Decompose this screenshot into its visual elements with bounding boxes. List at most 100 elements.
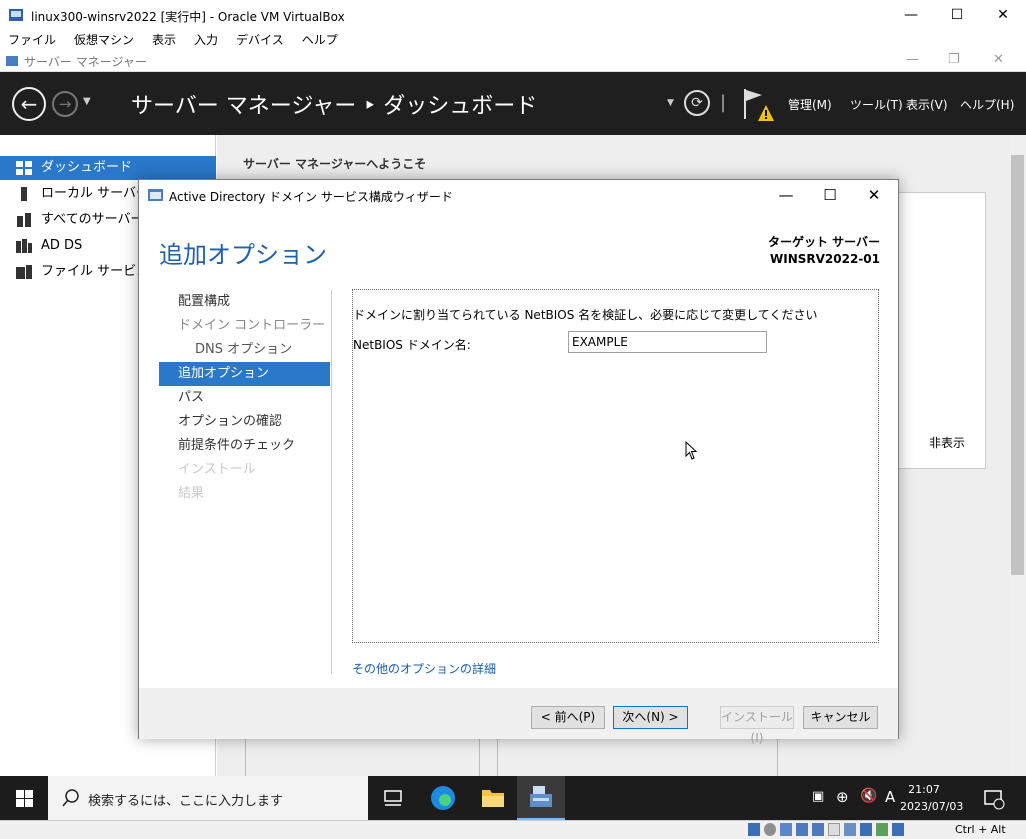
menu-manage[interactable]: 管理(M): [788, 96, 832, 113]
nav-label: AD DS: [41, 238, 83, 253]
task-view-icon[interactable]: [383, 788, 403, 808]
forward-arrow-icon[interactable]: →: [52, 91, 78, 117]
server-manager-icon: [530, 786, 552, 807]
step-additional-options[interactable]: 追加オプション: [159, 362, 330, 386]
more-options-link[interactable]: その他のオプションの詳細: [352, 660, 496, 677]
dropdown-icon[interactable]: ▼: [667, 98, 674, 108]
clock-date: 2023/07/03: [900, 800, 964, 813]
virtualbox-icon: [9, 9, 23, 21]
step-dns-options[interactable]: DNS オプション: [159, 338, 330, 362]
menu-input[interactable]: 入力: [194, 31, 218, 50]
wizard-close-button[interactable]: ✕: [851, 180, 897, 210]
menu-view-sm[interactable]: 表示(V): [906, 96, 948, 113]
close-button[interactable]: ✕: [980, 0, 1026, 31]
network-adapter-icon[interactable]: [796, 823, 808, 836]
prev-button[interactable]: < 前へ(P): [531, 706, 605, 729]
target-server-name: WINSRV2022-01: [770, 252, 880, 266]
network-icon[interactable]: ▣: [812, 789, 824, 804]
server-icon: [21, 187, 27, 201]
servers-icon: [17, 213, 31, 227]
welcome-panel: [899, 192, 986, 469]
hdd-icon[interactable]: [748, 823, 760, 836]
scrollbar-thumb[interactable]: [1011, 155, 1024, 575]
recording-icon[interactable]: [860, 823, 872, 836]
install-button: インストール(I): [720, 706, 794, 745]
menu-tools[interactable]: ツール(T): [850, 96, 903, 113]
wizard-icon: [148, 189, 163, 201]
sm-restore-button[interactable]: ❐: [948, 52, 960, 67]
usb-icon[interactable]: [812, 823, 824, 836]
wizard-minimize-button[interactable]: —: [763, 180, 809, 210]
vertical-scrollbar[interactable]: [1009, 135, 1026, 776]
sm-minimize-button[interactable]: —: [906, 52, 919, 67]
menu-view[interactable]: 表示: [152, 31, 176, 50]
server-manager-icon: [6, 56, 18, 66]
wizard-content-panel: ドメインに割り当てられている NetBIOS 名を検証し、必要に応じて変更してく…: [352, 289, 879, 643]
host-key-label: Ctrl + Alt: [955, 823, 1006, 836]
hide-link[interactable]: 非表示: [929, 434, 965, 451]
step-paths[interactable]: パス: [159, 386, 330, 410]
server-manager-header: ← → ▼ サーバー マネージャー ‣ ダッシュボード ▼ ⟳ | 管理(M) …: [0, 72, 1026, 135]
history-dropdown-icon[interactable]: ▼: [83, 96, 91, 107]
netbios-name-input[interactable]: [568, 331, 767, 353]
dashboard-icon: [16, 161, 32, 175]
mouse-integration-icon[interactable]: [892, 823, 904, 836]
target-server-label: ターゲット サーバー: [767, 235, 880, 249]
mouse-cursor-icon: [685, 441, 698, 460]
maximize-button[interactable]: ☐: [934, 0, 980, 31]
shared-folder-icon[interactable]: [828, 823, 840, 836]
windows-start-icon[interactable]: [16, 790, 33, 807]
menu-help[interactable]: ヘルプ: [302, 31, 338, 50]
display-icon[interactable]: [844, 823, 856, 836]
minimize-button[interactable]: —: [888, 0, 934, 31]
nav-dashboard[interactable]: ダッシュボード: [0, 156, 216, 180]
menu-file[interactable]: ファイル: [8, 31, 56, 50]
menu-help-sm[interactable]: ヘルプ(H): [960, 96, 1014, 113]
optical-drive-icon[interactable]: [764, 823, 776, 836]
nav-label: ダッシュボード: [41, 160, 133, 175]
wizard-title-bar: Active Directory ドメイン サービス構成ウィザード — ☐ ✕: [139, 180, 898, 210]
clock-time: 21:07: [908, 783, 940, 796]
wizard-heading: 追加オプション: [159, 241, 327, 269]
step-prereq-check[interactable]: 前提条件のチェック: [159, 434, 330, 458]
menu-devices[interactable]: デバイス: [236, 31, 284, 50]
file-explorer-icon[interactable]: [481, 786, 505, 808]
wizard-title: Active Directory ドメイン サービス構成ウィザード: [169, 190, 453, 204]
server-manager-window-title: サーバー マネージャー: [24, 55, 147, 69]
sm-close-button[interactable]: ✕: [993, 52, 1004, 67]
file-services-icon: [16, 265, 32, 279]
wizard-footer: < 前へ(P) 次へ(N) > インストール(I) キャンセル: [139, 688, 898, 745]
cpu-icon[interactable]: [876, 823, 888, 836]
steps-separator: [331, 290, 332, 674]
breadcrumb: サーバー マネージャー ‣ ダッシュボード: [131, 94, 538, 119]
netbios-description: ドメインに割り当てられている NetBIOS 名を検証し、必要に応じて変更してく…: [353, 308, 818, 322]
step-results: 結果: [178, 486, 205, 501]
server-manager-title-bar: サーバー マネージャー — ❐ ✕: [0, 50, 1026, 72]
vbox-device-icons: [748, 823, 948, 837]
search-placeholder: 検索するには、ここに入力します: [88, 794, 284, 809]
notification-flag-icon[interactable]: [740, 87, 774, 123]
globe-icon[interactable]: ⊕: [836, 788, 849, 806]
menu-machine[interactable]: 仮想マシン: [74, 31, 134, 50]
edge-browser-icon[interactable]: [430, 785, 456, 811]
audio-icon[interactable]: [780, 823, 792, 836]
step-deployment-config[interactable]: 配置構成: [159, 290, 330, 314]
vbox-menu-bar: ファイル 仮想マシン 表示 入力 デバイス ヘルプ: [0, 31, 1026, 50]
back-arrow-icon[interactable]: ←: [12, 87, 46, 121]
windows-taskbar: 検索するには、ここに入力します ▣ ⊕ 🔇 A 21:07 2023/07/03: [0, 776, 1026, 820]
welcome-title: サーバー マネージャーへようこそ: [243, 157, 427, 171]
taskbar-search-box[interactable]: 検索するには、ここに入力します: [48, 776, 368, 820]
target-server-info: ターゲット サーバー WINSRV2022-01: [768, 234, 880, 268]
ime-indicator[interactable]: A: [885, 788, 895, 806]
step-review-options[interactable]: オプションの確認: [159, 410, 330, 434]
notification-center-icon[interactable]: [983, 788, 1005, 810]
volume-muted-icon[interactable]: 🔇: [860, 788, 877, 804]
next-button[interactable]: 次へ(N) >: [613, 706, 688, 729]
refresh-icon[interactable]: ⟳: [684, 90, 710, 116]
taskbar-clock[interactable]: 21:07 2023/07/03: [900, 781, 964, 815]
step-dc-options[interactable]: ドメイン コントローラー オプション: [159, 314, 330, 338]
cancel-button[interactable]: キャンセル: [803, 706, 878, 729]
server-manager-taskbar-button[interactable]: [517, 776, 565, 820]
netbios-label: NetBIOS ドメイン名:: [353, 338, 471, 352]
wizard-maximize-button[interactable]: ☐: [807, 180, 853, 210]
